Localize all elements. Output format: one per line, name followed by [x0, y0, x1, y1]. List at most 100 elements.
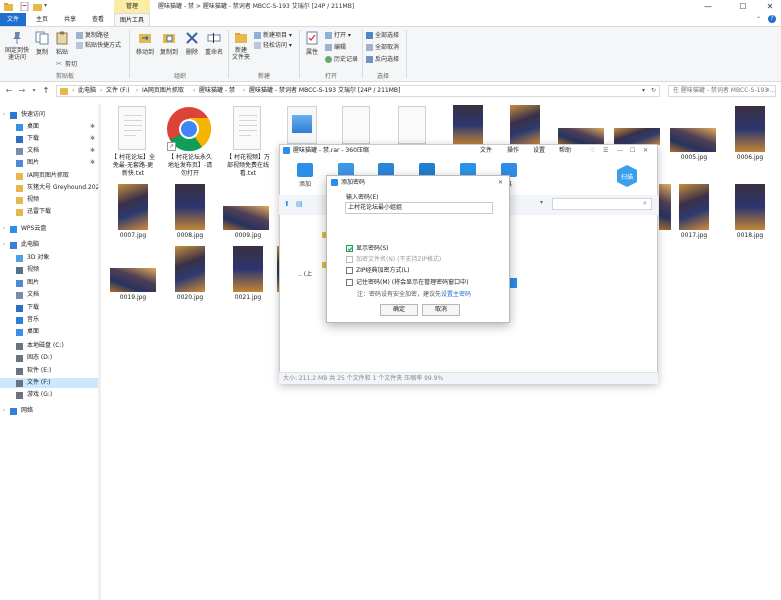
paste-shortcut-button[interactable]: 粘贴快捷方式	[76, 41, 121, 50]
tab-file[interactable]: 文件	[0, 13, 26, 26]
expand-chevron-icon[interactable]: ›	[3, 224, 5, 234]
image-thumbnail[interactable]	[510, 105, 540, 145]
crumb-ia-folder[interactable]: IA网页图片抓取	[142, 86, 184, 96]
file-item[interactable]: 0021.jpg	[221, 244, 275, 306]
nav-scrollbar[interactable]	[98, 104, 101, 600]
expand-chevron-icon[interactable]: ›	[3, 110, 5, 120]
crumb-drive-f[interactable]: 文件 (F:)	[106, 86, 130, 96]
help-icon[interactable]: ?	[768, 15, 776, 23]
qat-dropdown-icon[interactable]: ▾	[44, 2, 47, 9]
zip-add-button[interactable]: 添加	[295, 163, 315, 188]
forward-icon[interactable]: →	[17, 86, 27, 96]
nav-item[interactable]: 桌面	[0, 327, 98, 337]
easy-access-button[interactable]: 轻松访问 ▾	[254, 41, 292, 50]
new-item-button[interactable]: 新建项目 ▾	[254, 31, 292, 40]
maximize-button[interactable]: ☐	[733, 0, 753, 13]
address-dropdown-icon[interactable]: ▾	[642, 86, 645, 96]
set-master-password-link[interactable]: 设置主密码	[441, 291, 471, 298]
select-all-button[interactable]: 全部选择	[366, 31, 399, 40]
nav-item[interactable]: 迅雷下载	[0, 207, 98, 217]
zip-minimize-icon[interactable]: —	[617, 146, 623, 155]
edit-button[interactable]: 编辑	[325, 43, 346, 52]
nav-item[interactable]: › 网络	[0, 406, 98, 416]
refresh-icon[interactable]: ↻	[651, 86, 656, 96]
image-thumbnail[interactable]	[614, 128, 660, 145]
image-thumbnail[interactable]	[453, 105, 483, 145]
history-button[interactable]: 历史记录	[325, 55, 358, 64]
recent-locations-icon[interactable]: ▾	[29, 86, 39, 96]
file-item[interactable]: 0017.jpg	[667, 182, 721, 244]
text-file-icon[interactable]	[342, 106, 370, 144]
nav-item[interactable]: 文件 (F:)	[0, 378, 98, 388]
file-item[interactable]: 0007.jpg	[107, 182, 159, 244]
file-item[interactable]: 0009.jpg	[221, 182, 275, 244]
zip-side-button[interactable]	[510, 278, 517, 288]
nav-item[interactable]: 音乐	[0, 315, 98, 325]
image-file-icon[interactable]	[287, 106, 317, 144]
file-item[interactable]: 0018.jpg	[723, 182, 777, 244]
close-button[interactable]: ✕	[760, 0, 780, 13]
move-to-button[interactable]: 移动到	[134, 31, 156, 56]
file-item[interactable]: 0006.jpg	[723, 104, 777, 166]
zip-path-dropdown-icon[interactable]: ▾	[540, 199, 550, 209]
rename-button[interactable]: 重命名	[204, 31, 224, 56]
nav-item[interactable]: 固态 (D:)	[0, 353, 98, 363]
nav-item[interactable]: 软件 (E:)	[0, 366, 98, 376]
new-folder-quick-icon[interactable]	[33, 2, 42, 11]
nav-item[interactable]: 文档	[0, 290, 98, 300]
nav-item[interactable]: 3D 对象	[0, 253, 98, 263]
nav-item[interactable]: 游戏 (G:)	[0, 390, 98, 400]
zip-up-icon[interactable]: ⬆	[284, 200, 290, 208]
zip-menu-settings[interactable]: 设置	[533, 146, 545, 155]
crumb-current-folder[interactable]: 腥味猫罐 - 禁词者 MBCC-S-193 艾瑞尔 [24P / 211MB]	[249, 86, 400, 96]
crumb-parent-folder[interactable]: 腥味猫罐 - 禁	[199, 86, 235, 96]
properties-quick-icon[interactable]	[20, 1, 29, 12]
copy-button[interactable]: 复制	[33, 31, 51, 56]
dialog-close-button[interactable]: ✕	[498, 178, 503, 187]
tab-picture-tools[interactable]: 图片工具	[114, 13, 150, 26]
expand-chevron-icon[interactable]: ›	[3, 240, 5, 250]
nav-item[interactable]: 下载	[0, 303, 98, 313]
nav-item[interactable]: 视频	[0, 265, 98, 275]
zip-menu-operate[interactable]: 操作	[507, 146, 519, 155]
file-item[interactable]: 【 村花视频】万 部视频免费在线 看.txt	[221, 104, 275, 182]
zip-maximize-icon[interactable]: ☐	[630, 146, 635, 155]
select-none-button[interactable]: 全部取消	[366, 43, 399, 52]
zip-close-icon[interactable]: ✕	[643, 146, 648, 155]
nav-item[interactable]: 桌面 ✱	[0, 122, 98, 132]
expand-chevron-icon[interactable]: ›	[3, 406, 5, 416]
dialog-ok-button[interactable]: 确定	[380, 304, 418, 316]
file-item[interactable]: ↗ 【 村花论坛永久 地址发布页】-请 勿打开	[163, 104, 217, 182]
zip-menu-icon[interactable]: ☰	[603, 146, 608, 155]
zip-view-icon[interactable]: ▤	[296, 200, 303, 208]
file-item[interactable]: 0005.jpg	[667, 104, 721, 166]
search-input[interactable]: 在 腥味猫罐 - 禁词者 MBCC-S-193 ...	[668, 85, 776, 97]
crumb-this-pc[interactable]: 此电脑	[78, 86, 96, 96]
delete-button[interactable]: 删除	[182, 31, 202, 56]
scan-button[interactable]: 扫描	[615, 164, 639, 188]
zip-skin-icon[interactable]: ♡	[590, 146, 595, 155]
text-file-icon[interactable]	[398, 106, 426, 144]
pin-quick-access-button[interactable]: 固定到快 速访问	[3, 31, 31, 61]
manage-tab[interactable]: 管理	[114, 0, 150, 13]
copy-path-button[interactable]: 复制路径	[76, 31, 109, 40]
nav-item[interactable]: 视频	[0, 195, 98, 205]
properties-button[interactable]: 属性	[302, 31, 322, 56]
tab-view[interactable]: 查看	[86, 13, 110, 26]
paste-button[interactable]: 粘贴	[53, 31, 71, 56]
nav-item[interactable]: 本地磁盘 (C:)	[0, 341, 98, 351]
tab-share[interactable]: 共享	[58, 13, 82, 26]
nav-item[interactable]: 下载 ✱	[0, 134, 98, 144]
ribbon-collapse-icon[interactable]: ⌃	[756, 16, 761, 23]
invert-selection-button[interactable]: 反向选择	[366, 55, 399, 64]
file-item[interactable]: 【 村花论坛】全 免最-无套路-更 新快.txt	[107, 104, 159, 182]
encrypt-filenames-checkbox[interactable]	[346, 256, 353, 263]
nav-item[interactable]: › WPS云盘	[0, 224, 98, 234]
nav-item[interactable]: 文档 ✱	[0, 146, 98, 156]
up-icon[interactable]: ↑	[41, 86, 51, 96]
image-thumbnail[interactable]	[558, 128, 604, 145]
zip-menu-help[interactable]: 帮助	[559, 146, 571, 155]
back-icon[interactable]: ←	[4, 86, 14, 96]
zip-list-up-item[interactable]: .. (上	[298, 271, 312, 279]
copy-to-button[interactable]: 复制到	[158, 31, 180, 56]
